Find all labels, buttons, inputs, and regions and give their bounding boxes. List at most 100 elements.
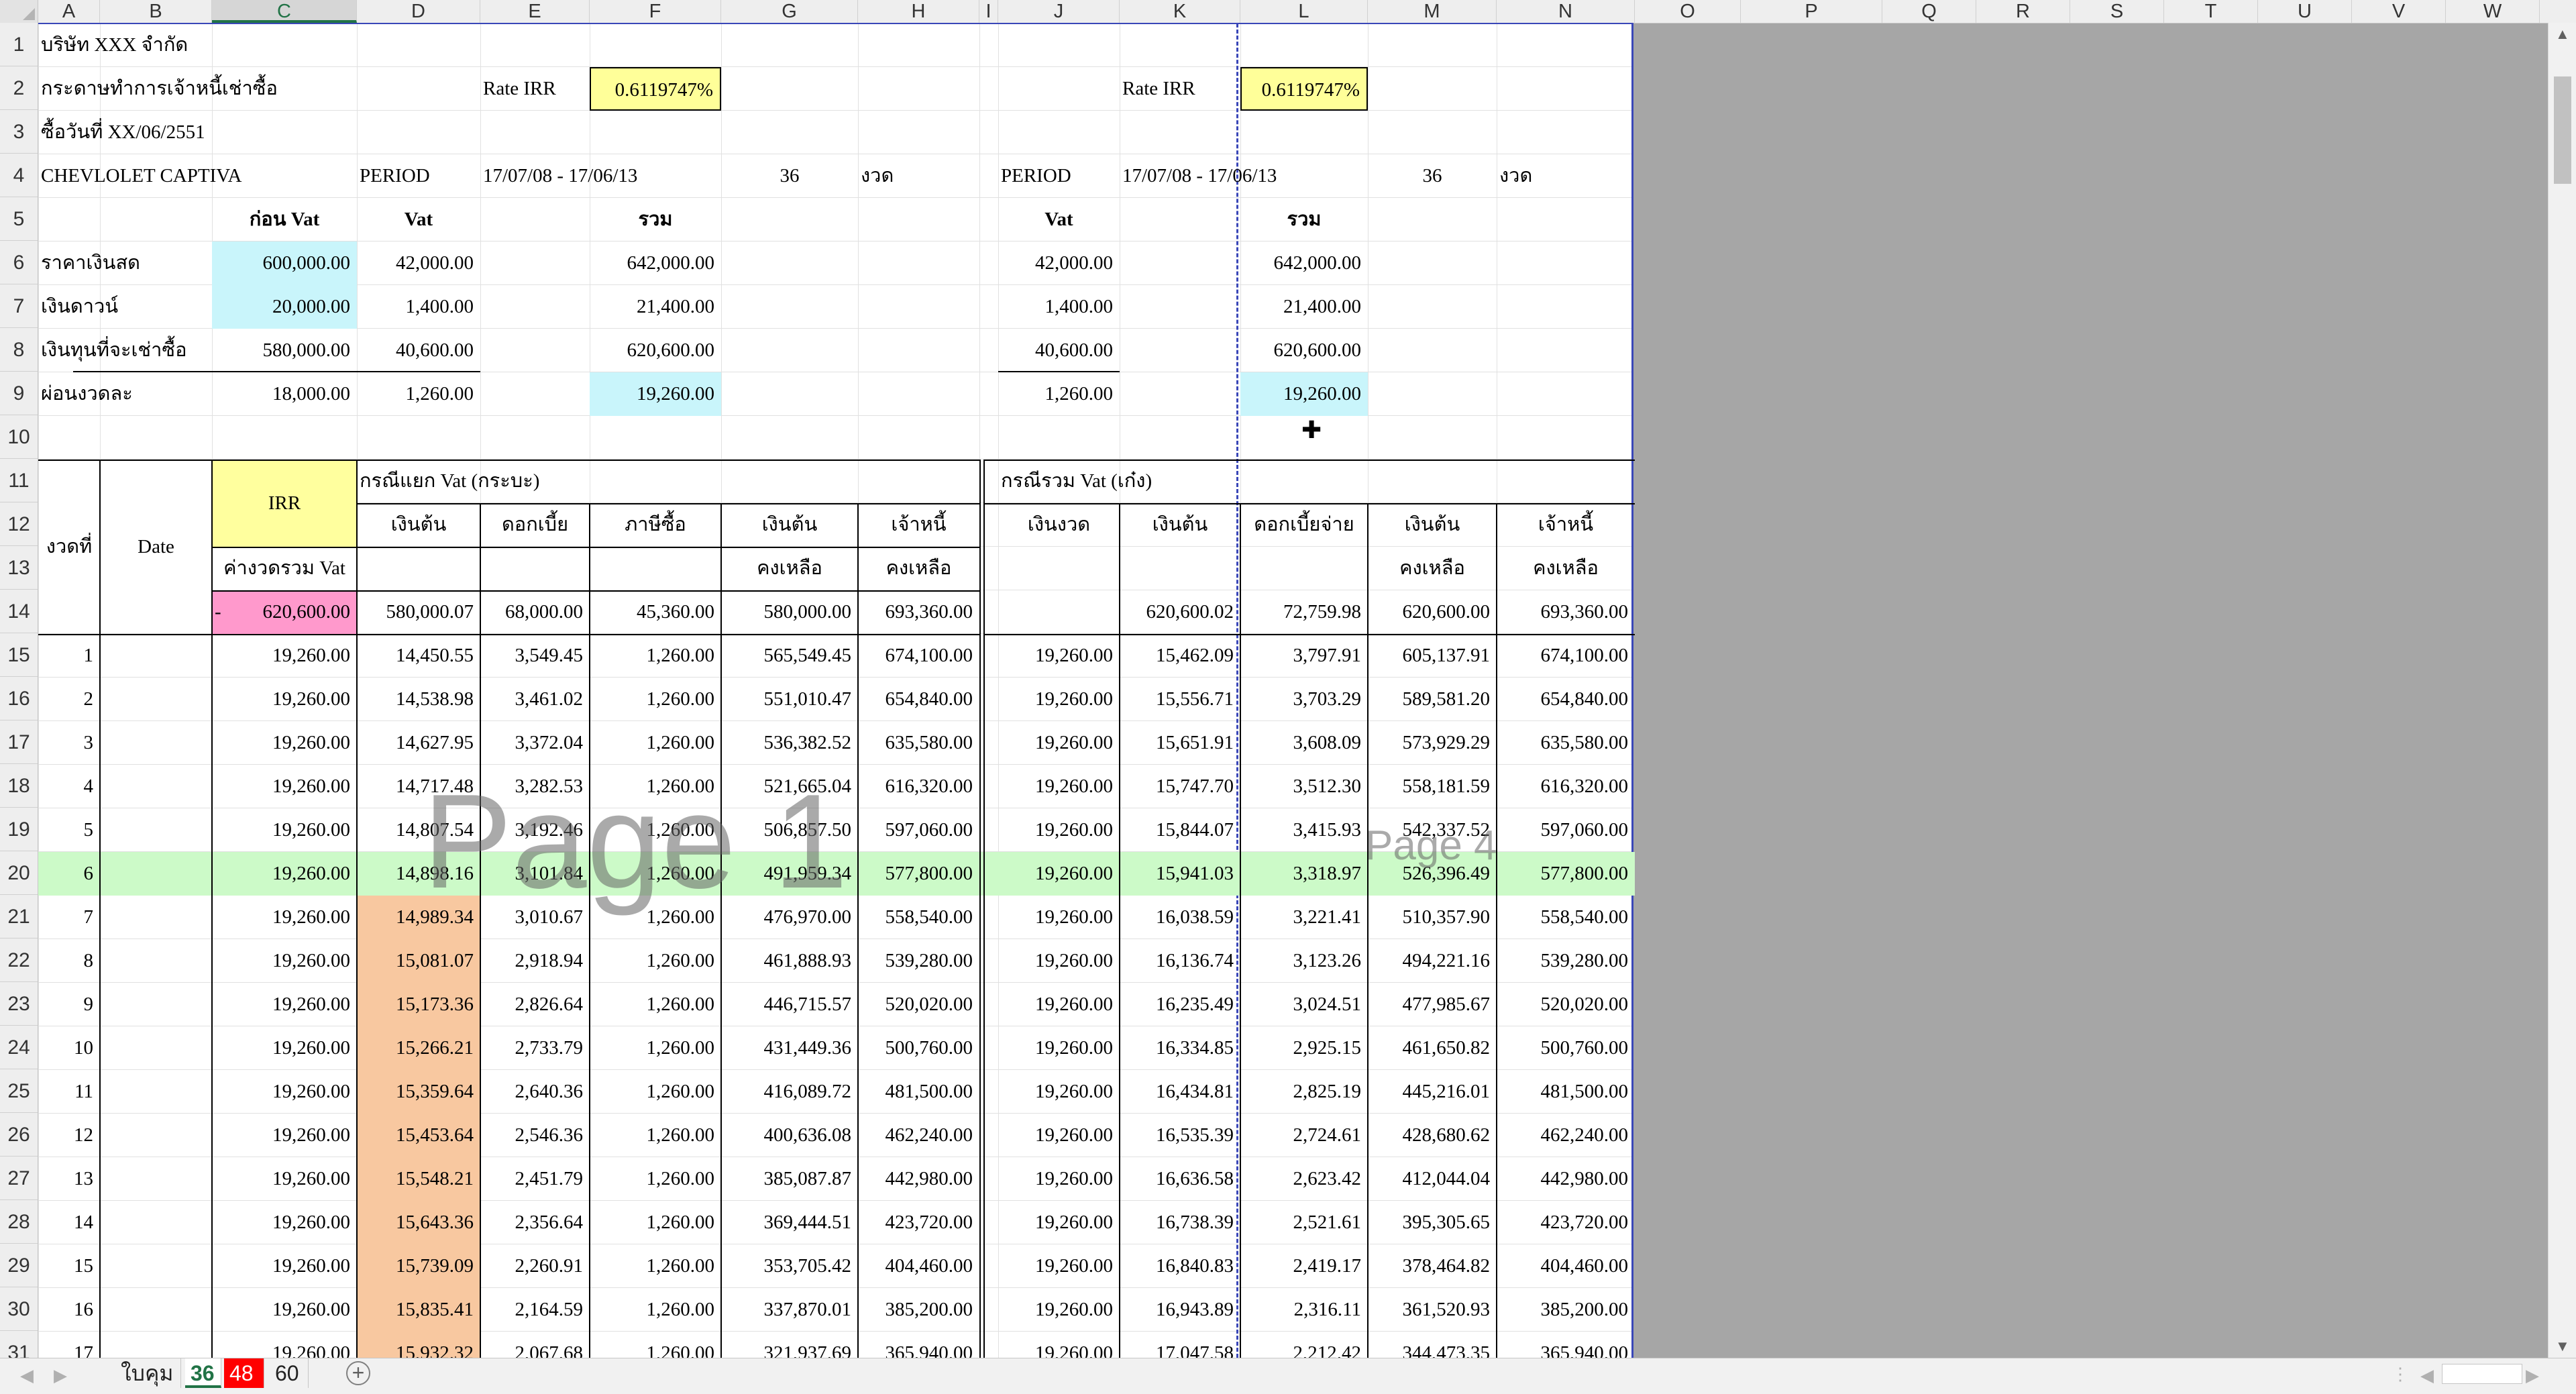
summary-vat[interactable]: 42,000.00	[357, 242, 480, 285]
cell-k14[interactable]: 620,600.02	[1120, 590, 1240, 634]
installment-payment[interactable]: 19,260.00	[212, 634, 357, 678]
cell-g14[interactable]: 580,000.00	[721, 590, 858, 634]
left-col-subheader[interactable]: คงเหลือ	[721, 547, 858, 590]
column-header-o[interactable]: O	[1635, 0, 1741, 23]
creditor-remaining-right[interactable]: 500,760.00	[1497, 1026, 1635, 1070]
interest[interactable]: 2,546.36	[480, 1114, 590, 1157]
creditor-remaining[interactable]: 616,320.00	[858, 765, 979, 808]
interest[interactable]: 2,356.64	[480, 1201, 590, 1244]
principal[interactable]: 14,538.98	[357, 678, 480, 721]
installment-payment[interactable]: 19,260.00	[212, 983, 357, 1026]
installment-payment-right[interactable]: 19,260.00	[998, 1114, 1120, 1157]
interest[interactable]: 2,260.91	[480, 1244, 590, 1288]
column-header-w[interactable]: W	[2446, 0, 2540, 23]
input-vat[interactable]: 1,260.00	[590, 1070, 721, 1114]
hscroll-right-icon[interactable]: ▶	[2526, 1365, 2539, 1386]
principal-right[interactable]: 15,941.03	[1120, 852, 1240, 896]
installment-no-header[interactable]: งวดที่	[38, 460, 100, 634]
principal-remaining[interactable]: 506,857.50	[721, 808, 858, 852]
interest-paid-right[interactable]: 2,925.15	[1240, 1026, 1368, 1070]
column-header-m[interactable]: M	[1368, 0, 1497, 23]
principal-right[interactable]: 17,047.58	[1120, 1332, 1240, 1358]
rate-label-left[interactable]: Rate IRR	[480, 67, 590, 111]
interest-paid-right[interactable]: 2,419.17	[1240, 1244, 1368, 1288]
scroll-thumb[interactable]	[2554, 76, 2571, 184]
row14-total-payment[interactable]: 620,600.00	[212, 590, 357, 634]
column-header-b[interactable]: B	[100, 0, 212, 23]
summary-before-vat[interactable]: 20,000.00	[212, 285, 357, 329]
principal-remaining-right[interactable]: 412,044.04	[1368, 1157, 1497, 1201]
period-label-left[interactable]: PERIOD	[357, 154, 480, 198]
installment-number[interactable]: 12	[38, 1114, 100, 1157]
summary-vat[interactable]: 1,400.00	[357, 285, 480, 329]
irr-subheader[interactable]: ค่างวดรวม Vat	[212, 547, 357, 590]
principal-right[interactable]: 15,556.71	[1120, 678, 1240, 721]
interest-paid-right[interactable]: 3,221.41	[1240, 896, 1368, 939]
principal[interactable]: 15,835.41	[357, 1288, 480, 1332]
hscroll-left-icon[interactable]: ◀	[2420, 1365, 2434, 1386]
principal-right[interactable]: 16,738.39	[1120, 1201, 1240, 1244]
period-label-right[interactable]: PERIOD	[998, 154, 1120, 198]
installment-number[interactable]: 8	[38, 939, 100, 983]
summary-vat-right[interactable]: 1,400.00	[998, 285, 1120, 329]
creditor-remaining[interactable]: 481,500.00	[858, 1070, 979, 1114]
summary-total-right[interactable]: 19,260.00	[1240, 372, 1368, 416]
row-header-12[interactable]: 12	[0, 502, 38, 546]
creditor-remaining[interactable]: 442,980.00	[858, 1157, 979, 1201]
left-col-subheader[interactable]	[480, 547, 590, 590]
interest-paid-right[interactable]: 2,825.19	[1240, 1070, 1368, 1114]
installment-number[interactable]: 7	[38, 896, 100, 939]
left-col-header[interactable]: เงินต้น	[357, 503, 480, 547]
creditor-remaining-right[interactable]: 520,020.00	[1497, 983, 1635, 1026]
input-vat[interactable]: 1,260.00	[590, 721, 721, 765]
creditor-remaining[interactable]: 404,460.00	[858, 1244, 979, 1288]
installment-payment[interactable]: 19,260.00	[212, 896, 357, 939]
column-header-v[interactable]: V	[2352, 0, 2446, 23]
creditor-remaining-right[interactable]: 462,240.00	[1497, 1114, 1635, 1157]
creditor-remaining-right[interactable]: 558,540.00	[1497, 896, 1635, 939]
creditor-remaining[interactable]: 385,200.00	[858, 1288, 979, 1332]
creditor-remaining-right[interactable]: 597,060.00	[1497, 808, 1635, 852]
principal-right[interactable]: 16,943.89	[1120, 1288, 1240, 1332]
row-header-5[interactable]: 5	[0, 197, 38, 241]
purchase-date[interactable]: ซื้อวันที่ XX/06/2551	[38, 111, 357, 154]
principal-remaining-right[interactable]: 589,581.20	[1368, 678, 1497, 721]
input-vat[interactable]: 1,260.00	[590, 1244, 721, 1288]
add-sheet-button[interactable]: +	[346, 1361, 370, 1385]
summary-total[interactable]: 21,400.00	[590, 285, 721, 329]
column-header-k[interactable]: K	[1120, 0, 1240, 23]
principal[interactable]: 15,548.21	[357, 1157, 480, 1201]
installment-payment-right[interactable]: 19,260.00	[998, 1026, 1120, 1070]
interest-paid-right[interactable]: 3,608.09	[1240, 721, 1368, 765]
creditor-remaining[interactable]: 558,540.00	[858, 896, 979, 939]
input-vat[interactable]: 1,260.00	[590, 1201, 721, 1244]
principal[interactable]: 15,643.36	[357, 1201, 480, 1244]
summary-before-vat[interactable]: 600,000.00	[212, 242, 357, 285]
input-vat[interactable]: 1,260.00	[590, 1114, 721, 1157]
left-col-header[interactable]: ดอกเบี้ย	[480, 503, 590, 547]
input-vat[interactable]: 1,260.00	[590, 808, 721, 852]
column-header-c[interactable]: C	[212, 0, 357, 23]
principal-remaining-right[interactable]: 477,985.67	[1368, 983, 1497, 1026]
principal[interactable]: 14,450.55	[357, 634, 480, 678]
principal-remaining-right[interactable]: 378,464.82	[1368, 1244, 1497, 1288]
installment-payment-right[interactable]: 19,260.00	[998, 678, 1120, 721]
principal-remaining-right[interactable]: 558,181.59	[1368, 765, 1497, 808]
right-col-header[interactable]: ดอกเบี้ยจ่าย	[1240, 503, 1368, 547]
principal-right[interactable]: 16,636.58	[1120, 1157, 1240, 1201]
col-total-right[interactable]: รวม	[1240, 198, 1368, 242]
principal-right[interactable]: 16,434.81	[1120, 1070, 1240, 1114]
installment-payment[interactable]: 19,260.00	[212, 1244, 357, 1288]
left-col-subheader[interactable]: คงเหลือ	[858, 547, 979, 590]
installment-payment[interactable]: 19,260.00	[212, 1288, 357, 1332]
principal-remaining-right[interactable]: 461,650.82	[1368, 1026, 1497, 1070]
summary-before-vat[interactable]: 580,000.00	[212, 329, 357, 372]
installment-payment-right[interactable]: 19,260.00	[998, 808, 1120, 852]
car-model[interactable]: CHEVLOLET CAPTIVA	[38, 154, 357, 198]
principal-remaining[interactable]: 536,382.52	[721, 721, 858, 765]
principal-remaining-right[interactable]: 526,396.49	[1368, 852, 1497, 896]
input-vat[interactable]: 1,260.00	[590, 1288, 721, 1332]
principal-right[interactable]: 16,038.59	[1120, 896, 1240, 939]
period-count-right[interactable]: 36	[1368, 154, 1497, 198]
creditor-remaining-right[interactable]: 654,840.00	[1497, 678, 1635, 721]
